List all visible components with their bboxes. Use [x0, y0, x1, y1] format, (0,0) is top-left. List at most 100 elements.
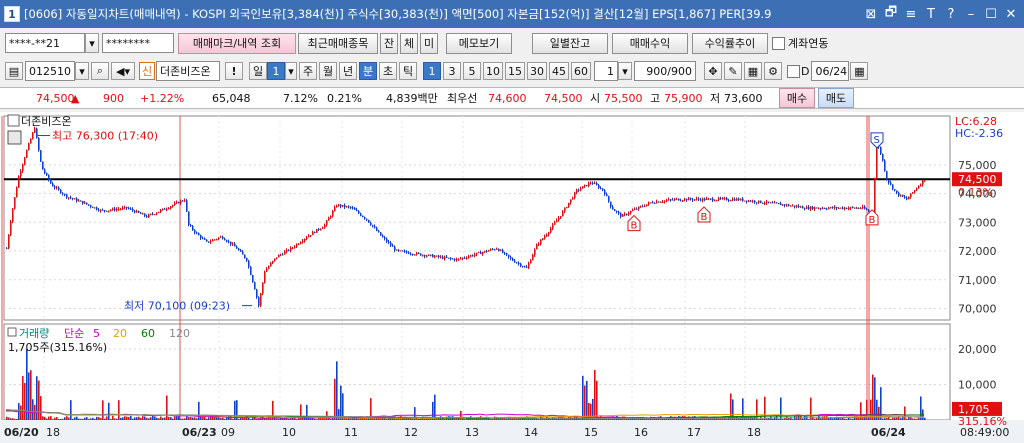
- minimize-icon[interactable]: –: [962, 5, 980, 23]
- candle-body: [698, 198, 700, 200]
- close-icon[interactable]: ✕: [1002, 5, 1020, 23]
- candle-body: [746, 200, 748, 202]
- volume-bar: [134, 417, 136, 420]
- best-quote-label: 최우선: [447, 92, 478, 105]
- settings-gear-icon[interactable]: ⚙: [764, 62, 782, 80]
- interval-10[interactable]: 10: [483, 62, 503, 80]
- candle-body: [326, 220, 328, 226]
- calendar-icon[interactable]: ▦: [850, 62, 869, 80]
- interval-5[interactable]: 5: [463, 62, 481, 80]
- candle-body: [192, 226, 194, 230]
- recent-trades-button[interactable]: 최근매매종목: [298, 32, 378, 54]
- sell-button[interactable]: 매도: [818, 88, 854, 108]
- volume-bar: [816, 418, 818, 420]
- interval-45[interactable]: 45: [549, 62, 569, 80]
- interval-3[interactable]: 3: [443, 62, 461, 80]
- volume-bar: [136, 417, 138, 420]
- tab-balance[interactable]: 잔: [380, 32, 398, 54]
- candle-body: [256, 289, 258, 298]
- draw-tools-icon[interactable]: ✎: [724, 62, 742, 80]
- period-tick[interactable]: 틱: [399, 62, 417, 80]
- candle-body: [462, 257, 464, 259]
- layout-icon[interactable]: ▤: [5, 62, 23, 80]
- candle-body: [130, 208, 132, 210]
- candle-body: [880, 147, 882, 154]
- interval-60[interactable]: 60: [571, 62, 591, 80]
- account-link-checkbox[interactable]: [772, 36, 785, 50]
- volume-bar: [114, 418, 116, 420]
- password-input[interactable]: ********: [102, 33, 174, 53]
- period-year[interactable]: 년: [339, 62, 357, 80]
- font-icon[interactable]: T: [922, 5, 940, 23]
- code-dropdown-icon[interactable]: ▾: [75, 62, 89, 80]
- candle-body: [372, 225, 374, 227]
- candle-body: [566, 207, 568, 209]
- volume-bar: [126, 416, 128, 420]
- candle-body: [782, 204, 784, 206]
- stock-code-input[interactable]: 012510: [25, 61, 75, 81]
- search-icon[interactable]: ⌕: [91, 62, 109, 80]
- candle-body: [376, 227, 378, 231]
- link-icon[interactable]: ⊠: [862, 5, 880, 23]
- indicator-icon[interactable]: ▦: [744, 62, 762, 80]
- date-input[interactable]: 06/24: [811, 61, 850, 81]
- period-count-dropdown-icon[interactable]: ▾: [285, 62, 297, 80]
- volume-bar: [106, 416, 108, 420]
- help-icon[interactable]: ?: [942, 5, 960, 23]
- daily-balance-button[interactable]: 일별잔고: [532, 32, 608, 54]
- price-panel-frame: [3, 115, 951, 321]
- bar-count: 900: [646, 64, 668, 78]
- interval-15[interactable]: 15: [505, 62, 525, 80]
- candle-body: [620, 213, 622, 217]
- candle-body: [590, 183, 592, 185]
- period-day-count[interactable]: 1: [267, 62, 285, 80]
- trade-profit-button[interactable]: 매매수익: [612, 32, 688, 54]
- memo-view-button[interactable]: 메모보기: [446, 32, 512, 54]
- interval-30[interactable]: 30: [527, 62, 547, 80]
- volume-bar: [912, 418, 914, 420]
- crosshair-icon[interactable]: ✥: [704, 62, 722, 80]
- volume-bar: [780, 397, 782, 420]
- volume-bar: [200, 416, 202, 420]
- volume-bar: [310, 418, 312, 420]
- candle-body: [834, 207, 836, 209]
- date-checkbox-label: D: [801, 64, 810, 78]
- menu-icon[interactable]: ≡: [902, 5, 920, 23]
- account-dropdown-icon[interactable]: ▾: [85, 33, 99, 53]
- candle-body: [478, 252, 480, 254]
- restore-icon[interactable]: 🗗: [882, 5, 900, 23]
- interval-1[interactable]: 1: [423, 62, 441, 80]
- chart-area[interactable]: 75,000 74,000 73,000 72,000 71,000 70,000 20,0…: [0, 112, 1024, 443]
- date-checkbox[interactable]: [787, 64, 800, 78]
- period-month[interactable]: 월: [319, 62, 337, 80]
- candle-body: [504, 252, 506, 254]
- candle-body: [338, 204, 340, 206]
- volume-bar: [774, 417, 776, 420]
- tab-executed[interactable]: 체: [400, 32, 418, 54]
- sound-icon[interactable]: ◀▾: [111, 62, 135, 80]
- period-day[interactable]: 일: [249, 62, 267, 80]
- bar-count-field[interactable]: 900/900: [634, 61, 696, 81]
- candle-body: [736, 198, 738, 201]
- candle-body: [612, 206, 614, 210]
- candle-body: [858, 207, 860, 209]
- return-trend-button[interactable]: 수익률추이: [692, 32, 768, 54]
- candle-body: [20, 171, 22, 177]
- trade-mark-query-button[interactable]: 매매마크/내역 조회: [178, 32, 296, 54]
- candle-body: [296, 244, 298, 247]
- account-input[interactable]: ****-**21: [5, 33, 85, 53]
- tab-unexecuted[interactable]: 미: [420, 32, 438, 54]
- period-week[interactable]: 주: [299, 62, 317, 80]
- candle-body: [146, 215, 148, 218]
- period-second[interactable]: 초: [379, 62, 397, 80]
- buy-button[interactable]: 매수: [779, 88, 815, 108]
- price-volume-chart[interactable]: 75,00074,00073,00072,00071,00070,00020,0…: [0, 112, 1024, 443]
- maximize-icon[interactable]: ☐: [982, 5, 1000, 23]
- volume-bar: [802, 418, 804, 420]
- period-minute[interactable]: 분: [359, 62, 377, 80]
- interval-count-dropdown-icon[interactable]: ▾: [618, 62, 632, 80]
- alert-button[interactable]: !: [225, 62, 243, 80]
- interval-count-input[interactable]: 1: [594, 61, 618, 81]
- candle-body: [592, 183, 594, 185]
- candle-body: [434, 256, 436, 258]
